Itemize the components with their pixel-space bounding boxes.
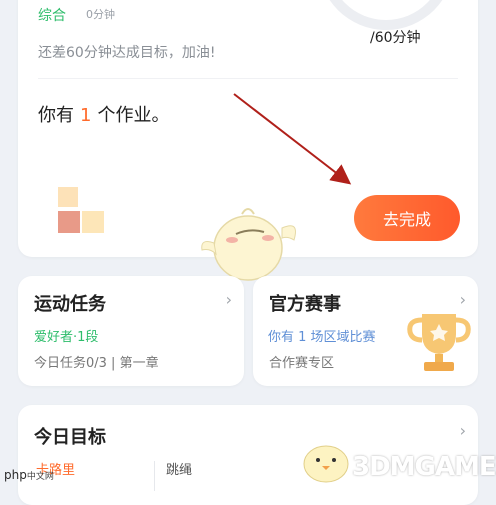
php-watermark: php中文网	[4, 468, 54, 482]
chevron-right-icon: ›	[225, 290, 232, 309]
competitions-info: 你有 1 场区域比赛	[268, 330, 376, 345]
divider	[38, 78, 458, 79]
competitions-zone: 合作赛专区	[269, 356, 335, 371]
competitions-title: 官方赛事	[269, 294, 341, 315]
category-minutes: 0分钟	[86, 8, 115, 21]
ring-target-text: /60分钟	[370, 30, 421, 46]
sport-tasks-card[interactable]: 运动任务 › 爱好者·1段 今日任务0/3 | 第一章	[18, 276, 244, 386]
competitions-card[interactable]: 官方赛事 › 你有 1 场区域比赛 合作赛专区	[253, 276, 478, 386]
chevron-right-icon: ›	[459, 290, 466, 309]
homework-text: 你有 1 个作业。	[38, 101, 169, 127]
daily-goal-title: 今日目标	[34, 427, 106, 448]
homework-prefix: 你有	[38, 105, 74, 126]
php-watermark-sub: 中文网	[26, 472, 54, 482]
encouragement-text: 还差60分钟达成目标，加油!	[38, 45, 216, 61]
red-arrow-annotation	[233, 93, 352, 185]
chevron-right-icon: ›	[459, 421, 466, 440]
sport-level: 爱好者·1段	[34, 330, 99, 345]
php-watermark-main: php	[4, 468, 27, 482]
homework-count: 1	[80, 105, 92, 126]
watermark-mascot-icon	[298, 436, 358, 490]
app-logo-icon	[58, 187, 106, 239]
jump-rope-label: 跳绳	[166, 463, 193, 478]
sport-progress: 今日任务0/3 | 第一章	[34, 356, 159, 371]
homework-suffix: 个作业。	[97, 105, 170, 126]
category-label: 综合	[38, 8, 66, 24]
sport-tasks-title: 运动任务	[34, 294, 106, 315]
divider	[154, 461, 155, 491]
complete-homework-button[interactable]: 去完成	[354, 195, 460, 241]
trophy-icon	[404, 308, 474, 378]
3dmgame-watermark: 3DMGAME	[352, 452, 496, 482]
